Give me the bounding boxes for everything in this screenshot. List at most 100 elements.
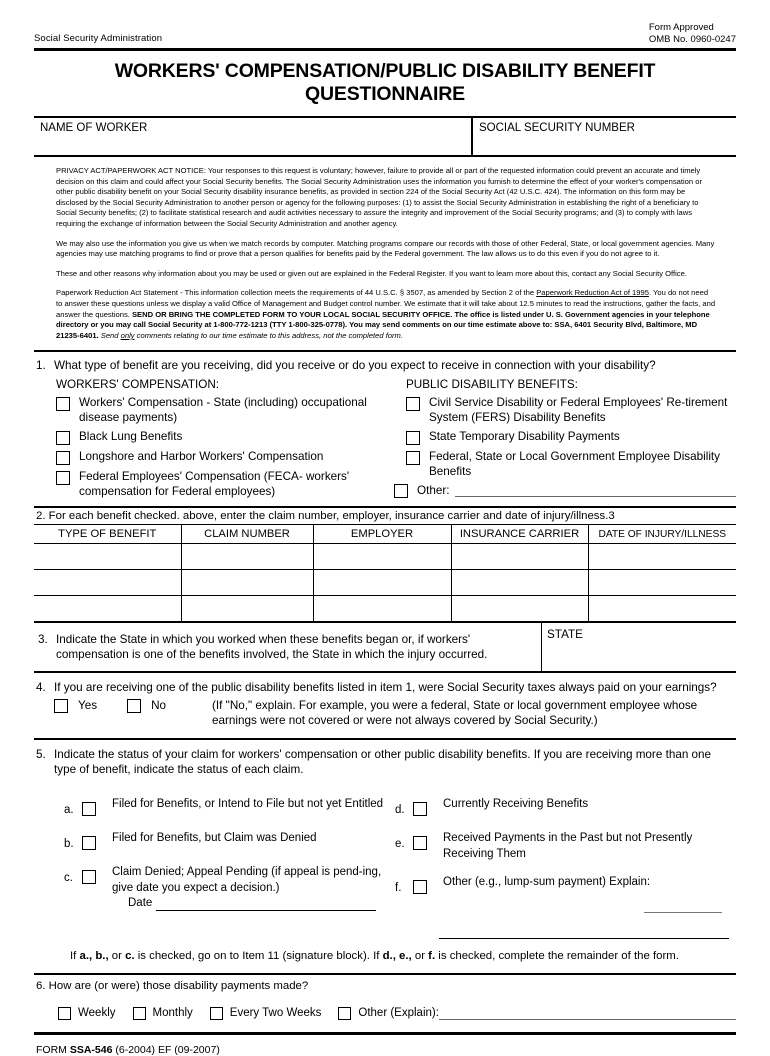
item-4: 4. If you are receiving one of the publi… bbox=[34, 673, 736, 738]
ssn-label: SOCIAL SECURITY NUMBER bbox=[479, 122, 635, 134]
footer-suffix: (6-2004) EF (09-2007) bbox=[112, 1044, 220, 1056]
explain-input-long[interactable] bbox=[439, 925, 729, 940]
checkbox-feca[interactable] bbox=[56, 471, 70, 486]
option-other-payment[interactable]: Other (Explain): bbox=[338, 1006, 439, 1020]
column-insurance-carrier: INSURANCE CARRIER bbox=[451, 525, 589, 545]
item-5-right-column: d. Currently Receiving Benefits e. Recei… bbox=[385, 797, 736, 940]
cell-insurance-carrier[interactable] bbox=[451, 569, 589, 597]
cell-claim-number[interactable] bbox=[181, 569, 314, 597]
cell-insurance-carrier[interactable] bbox=[451, 543, 589, 571]
checkbox-every-two-weeks[interactable] bbox=[209, 1006, 223, 1020]
table-row[interactable] bbox=[34, 543, 736, 571]
option-feca-label: Federal Employees' Compensation (FECA- w… bbox=[79, 470, 350, 498]
option-every-two-weeks-label: Every Two Weeks bbox=[229, 1007, 322, 1020]
item-5-question: Indicate the status of your claim for wo… bbox=[54, 748, 712, 777]
name-of-worker-field[interactable]: NAME OF WORKER bbox=[34, 118, 471, 155]
column-type-of-benefit: TYPE OF BENEFIT bbox=[34, 525, 182, 545]
checkbox-received-past-payments[interactable] bbox=[413, 836, 427, 851]
item-3-number: 3. bbox=[38, 633, 48, 647]
option-black-lung[interactable]: Black Lung Benefits bbox=[56, 430, 406, 446]
table-row[interactable] bbox=[34, 595, 736, 622]
public-disability-heading: PUBLIC DISABILITY BENEFITS: bbox=[406, 378, 578, 392]
option-a-label: Filed for Benefits, or Intend to File bu… bbox=[112, 798, 384, 811]
workers-compensation-heading: WORKERS' COMPENSATION: bbox=[56, 378, 220, 392]
cell-type-of-benefit[interactable] bbox=[34, 595, 182, 622]
checkbox-taxes-yes[interactable] bbox=[54, 699, 68, 714]
other-payment-input[interactable] bbox=[438, 1006, 736, 1021]
checkbox-government-employee-disability[interactable] bbox=[406, 451, 420, 466]
item-6: 6. How are (or were) those disability pa… bbox=[34, 975, 736, 1021]
date-input[interactable] bbox=[156, 897, 377, 912]
item-1-number: 1. bbox=[36, 359, 46, 373]
option-c-letter: c. bbox=[64, 872, 73, 885]
footnote-pre: If bbox=[70, 950, 80, 963]
option-state-temporary-disability[interactable]: State Temporary Disability Payments bbox=[406, 430, 736, 446]
checkbox-claim-denied[interactable] bbox=[82, 836, 96, 851]
checkbox-taxes-no[interactable] bbox=[127, 699, 142, 714]
cell-type-of-benefit[interactable] bbox=[34, 569, 182, 597]
option-filed-intend-to-file[interactable]: a. Filed for Benefits, or Intend to File… bbox=[64, 797, 385, 818]
checkbox-workers-comp-state[interactable] bbox=[56, 397, 70, 412]
cell-claim-number[interactable] bbox=[181, 595, 314, 622]
item-4-note: (If "No," explain. For example, you were… bbox=[212, 699, 698, 728]
cell-claim-number[interactable] bbox=[181, 543, 314, 571]
ssn-field[interactable]: SOCIAL SECURITY NUMBER bbox=[471, 118, 736, 155]
option-workers-comp-state[interactable]: Workers' Compensation - State (including… bbox=[56, 396, 406, 425]
footnote-mid2: is checked, go on to Item 11 (signature … bbox=[134, 950, 383, 963]
option-weekly[interactable]: Weekly bbox=[58, 1006, 116, 1020]
state-label: STATE bbox=[547, 628, 583, 642]
option-a-letter: a. bbox=[64, 804, 74, 817]
table-row[interactable] bbox=[34, 569, 736, 597]
cell-type-of-benefit[interactable] bbox=[34, 543, 182, 571]
omb-block: Form Approved OMB No. 0960-0247 bbox=[649, 22, 736, 45]
option-longshore-harbor[interactable]: Longshore and Harbor Workers' Compensati… bbox=[56, 450, 406, 466]
explain-input-short[interactable] bbox=[644, 900, 722, 914]
cell-insurance-carrier[interactable] bbox=[451, 595, 589, 622]
footnote-end: is checked, complete the remainder of th… bbox=[435, 950, 679, 963]
cell-employer[interactable] bbox=[313, 569, 452, 597]
cell-date-of-injury[interactable] bbox=[588, 543, 736, 571]
appeal-date-row[interactable]: Date bbox=[64, 896, 385, 912]
checkbox-other-payment[interactable] bbox=[338, 1006, 352, 1020]
option-monthly-label: Monthly bbox=[152, 1007, 193, 1020]
cell-date-of-injury[interactable] bbox=[588, 569, 736, 597]
other-benefit-input[interactable] bbox=[455, 484, 736, 498]
item-2-label: 2. For each benefit checked. above, ente… bbox=[36, 510, 615, 523]
option-government-employee-disability[interactable]: Federal, State or Local Government Emplo… bbox=[406, 450, 736, 479]
footer-prefix: FORM bbox=[36, 1044, 70, 1056]
checkbox-black-lung[interactable] bbox=[56, 431, 70, 446]
option-appeal-pending[interactable]: c. Claim Denied; Appeal Pending (if appe… bbox=[64, 865, 385, 896]
item-4-number: 4. bbox=[36, 681, 46, 695]
benefits-table: TYPE OF BENEFIT CLAIM NUMBER EMPLOYER IN… bbox=[34, 525, 736, 622]
option-civil-service-fers[interactable]: Civil Service Disability or Federal Empl… bbox=[406, 396, 736, 425]
option-every-two-weeks[interactable]: Every Two Weeks bbox=[209, 1006, 322, 1020]
checkbox-weekly[interactable] bbox=[58, 1006, 71, 1020]
checkbox-state-temporary-disability[interactable] bbox=[406, 431, 420, 446]
cell-employer[interactable] bbox=[313, 543, 452, 571]
privacy-paragraph-2: We may also use the information you give… bbox=[56, 238, 715, 259]
checkbox-civil-service-fers[interactable] bbox=[406, 397, 420, 412]
item-6-options: Weekly Monthly Every Two Weeks Other (Ex… bbox=[34, 992, 736, 1021]
option-received-past-payments[interactable]: e. Received Payments in the Past but not… bbox=[395, 831, 736, 862]
cell-date-of-injury[interactable] bbox=[588, 596, 736, 622]
option-f-label: Other (e.g., lump-sum payment) Explain: bbox=[443, 876, 651, 889]
option-other-lump-sum[interactable]: f. Other (e.g., lump-sum payment) Explai… bbox=[395, 875, 736, 896]
cell-employer[interactable] bbox=[313, 595, 452, 622]
option-monthly[interactable]: Monthly bbox=[132, 1006, 193, 1020]
option-feca[interactable]: Federal Employees' Compensation (FECA- w… bbox=[56, 470, 406, 499]
checkbox-filed-intend-to-file[interactable] bbox=[82, 802, 96, 817]
label-no: No bbox=[151, 699, 167, 713]
checkbox-other-lump-sum[interactable] bbox=[413, 880, 427, 895]
checkbox-currently-receiving[interactable] bbox=[413, 802, 427, 817]
option-e-label: Received Payments in the Past but not Pr… bbox=[443, 832, 693, 860]
option-other-payment-label: Other (Explain): bbox=[358, 1007, 439, 1020]
form-footer: FORM SSA-546 (6-2004) EF (09-2007) bbox=[34, 1035, 736, 1056]
checkbox-appeal-pending[interactable] bbox=[82, 870, 96, 885]
checkbox-other-benefit[interactable] bbox=[394, 483, 408, 498]
identity-band: NAME OF WORKER SOCIAL SECURITY NUMBER bbox=[34, 118, 736, 155]
state-field[interactable]: STATE bbox=[541, 623, 736, 672]
option-claim-denied[interactable]: b. Filed for Benefits, but Claim was Den… bbox=[64, 831, 385, 852]
checkbox-monthly[interactable] bbox=[132, 1006, 146, 1020]
option-currently-receiving[interactable]: d. Currently Receiving Benefits bbox=[395, 797, 736, 818]
checkbox-longshore-harbor[interactable] bbox=[56, 451, 70, 466]
